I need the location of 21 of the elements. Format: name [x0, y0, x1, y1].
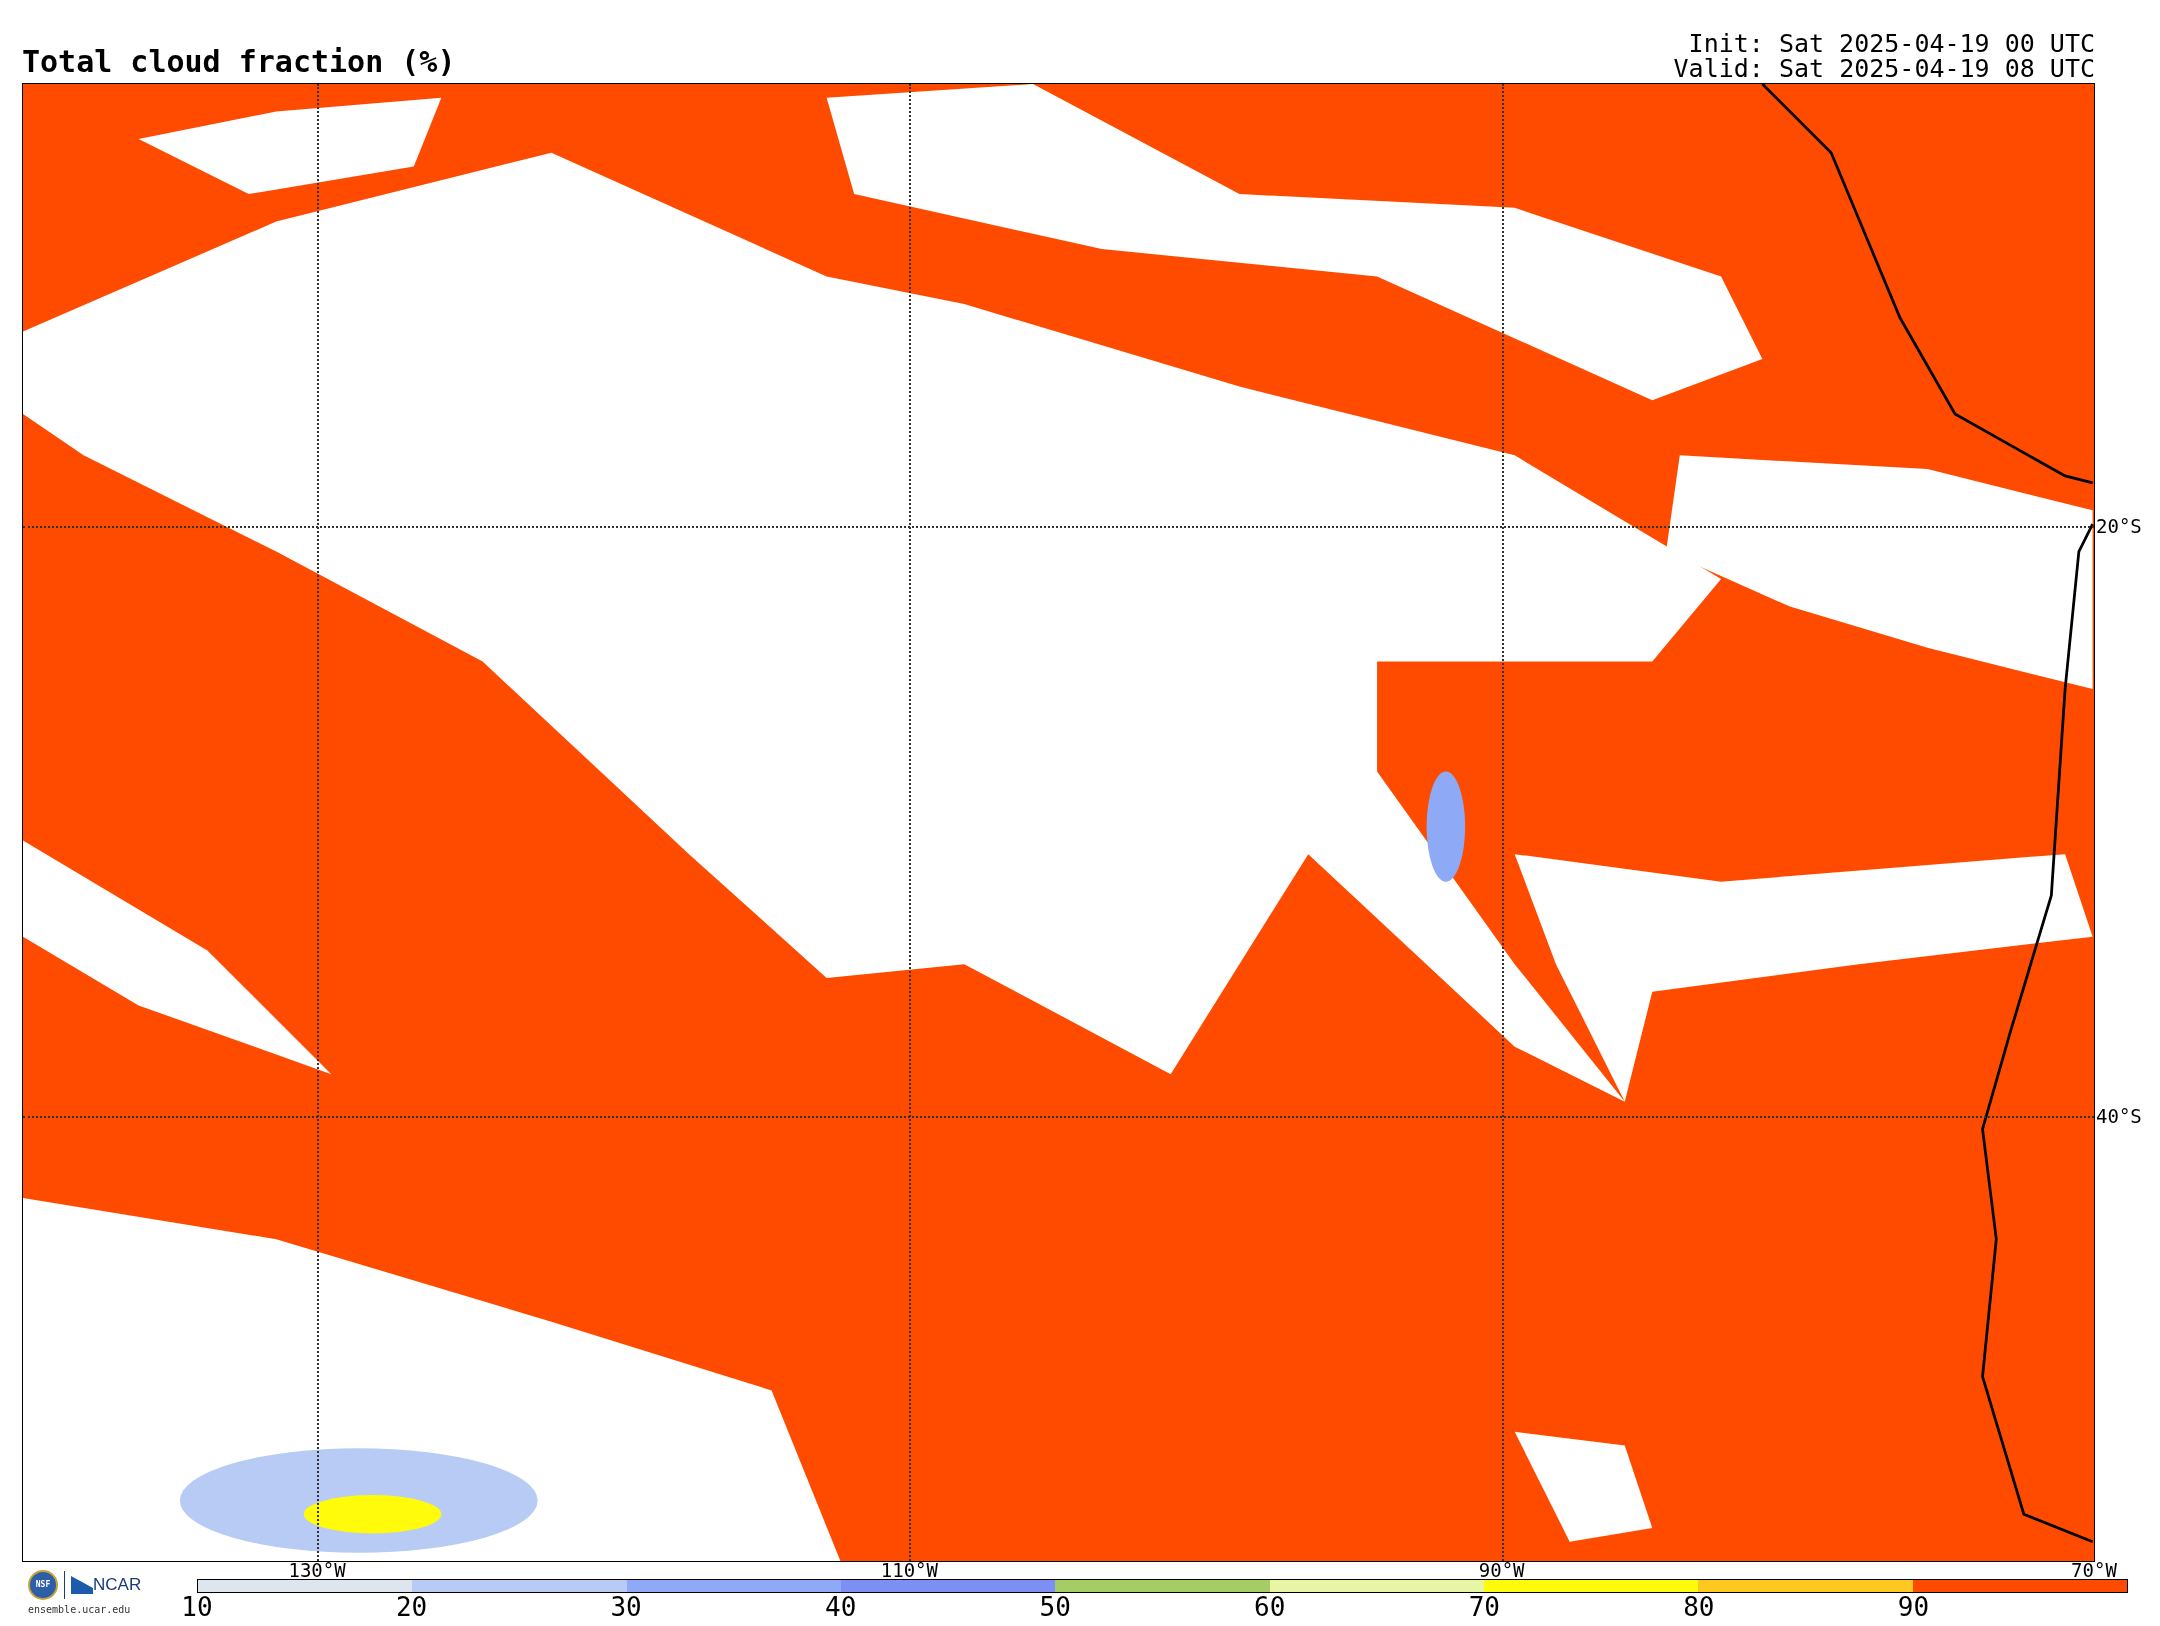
scale-tick-label: 30	[610, 1594, 642, 1620]
valid-time: Valid: Sat 2025-04-19 08 UTC	[1673, 56, 2095, 81]
latitude-label: 20°S	[2095, 516, 2142, 536]
longitude-label: 130°W	[288, 1561, 346, 1580]
seal-logo: NSF	[28, 1570, 58, 1600]
scale-tick-label: 80	[1683, 1594, 1715, 1620]
scale-tick-label: 70	[1468, 1594, 1500, 1620]
scale-tick-label: 10	[181, 1594, 213, 1620]
logo-name: NCAR	[93, 1574, 142, 1597]
init-time: Init: Sat 2025-04-19 00 UTC	[1688, 31, 2095, 56]
longitude-label: 70°W	[2071, 1561, 2117, 1580]
longitude-label: 110°W	[880, 1561, 938, 1580]
scale-tick-label: 20	[395, 1594, 428, 1620]
scale-tick-label: 50	[1039, 1594, 1071, 1620]
map-title: Total cloud fraction (%)	[22, 47, 456, 81]
flag-icon	[71, 1576, 93, 1594]
latitude-label: 40°S	[2095, 1106, 2142, 1126]
scale-tick-label: 90	[1897, 1594, 1930, 1620]
scale-tick-label: 40	[825, 1594, 857, 1620]
scale-tick-label: 60	[1254, 1594, 1286, 1620]
longitude-label: 90°W	[1478, 1561, 1525, 1580]
